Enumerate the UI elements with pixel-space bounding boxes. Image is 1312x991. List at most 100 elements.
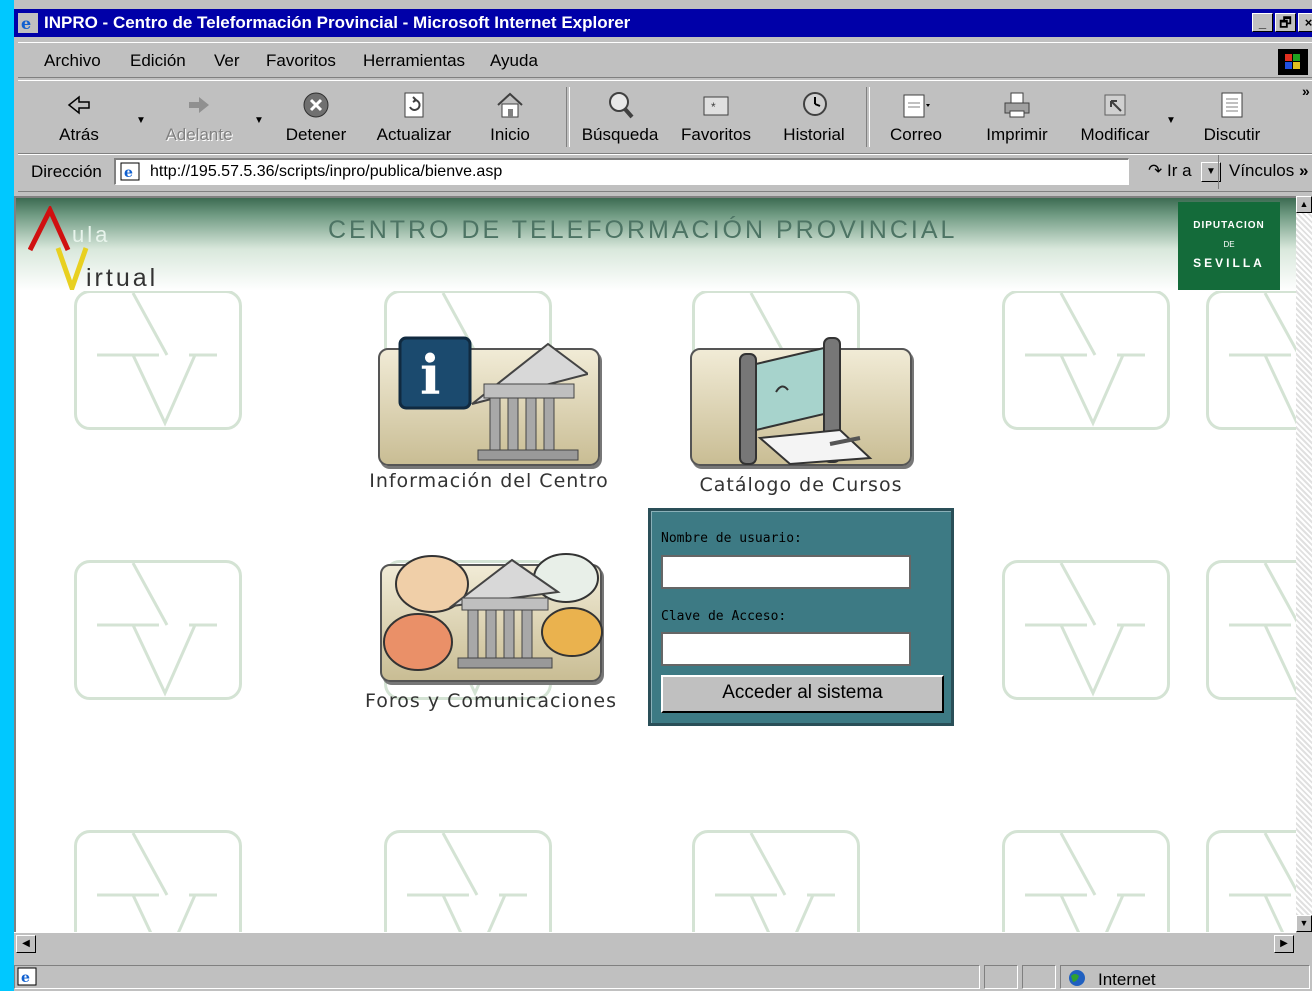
svg-text:e: e xyxy=(124,165,133,181)
watermark-tile xyxy=(1206,830,1296,932)
home-icon xyxy=(497,92,523,118)
site-header: ula irtual CENTRO DE TELEFORMACIÓN PROVI… xyxy=(16,198,1296,292)
seal-line2: DE xyxy=(1223,240,1235,249)
back-label: Atrás xyxy=(59,125,99,144)
status-bar: e Internet xyxy=(14,962,1312,991)
edit-button[interactable]: Modificar xyxy=(1074,81,1156,153)
globe-icon xyxy=(1069,970,1085,986)
scroll-up-icon[interactable]: ▲ xyxy=(1296,196,1312,213)
menu-archivo[interactable]: Archivo xyxy=(44,51,101,71)
info-building-icon: i xyxy=(398,336,588,461)
toolbar-separator xyxy=(566,87,570,147)
back-button[interactable]: Atrás xyxy=(48,81,110,153)
scroll-left-icon[interactable]: ◀ xyxy=(16,935,36,953)
print-icon xyxy=(1004,92,1030,118)
refresh-icon xyxy=(404,92,424,118)
seal-line3: SEVILLA xyxy=(1193,256,1265,270)
refresh-button[interactable]: Actualizar xyxy=(372,81,456,153)
username-input[interactable] xyxy=(661,555,911,589)
home-label: Inicio xyxy=(490,125,530,144)
scroll-track[interactable] xyxy=(38,935,1270,953)
mail-label: Correo xyxy=(890,125,942,144)
standard-toolbar: Atrás ▼ Adelante ▼ Detener Actualizar In… xyxy=(18,80,1312,154)
toolbar-overflow-button[interactable]: » xyxy=(1302,83,1310,99)
watermark-tile xyxy=(1206,560,1296,700)
minimize-button[interactable]: _ xyxy=(1252,13,1273,32)
password-label: Clave de Acceso: xyxy=(661,609,787,624)
discuss-button[interactable]: Discutir xyxy=(1196,81,1268,153)
info-centro-label: Información del Centro xyxy=(369,470,609,492)
forums-speech-icon xyxy=(383,553,603,671)
svg-text:e: e xyxy=(21,14,31,33)
page-title: CENTRO DE TELEFORMACIÓN PROVINCIAL xyxy=(328,216,958,244)
aula-virtual-logo: ula irtual xyxy=(28,206,188,292)
login-form: Nombre de usuario: Clave de Acceso: Acce… xyxy=(648,508,954,726)
print-button[interactable]: Imprimir xyxy=(982,81,1052,153)
menu-herramientas[interactable]: Herramientas xyxy=(363,51,465,71)
password-input[interactable] xyxy=(661,632,911,666)
menu-ayuda[interactable]: Ayuda xyxy=(490,51,538,71)
login-submit-button[interactable]: Acceder al sistema xyxy=(661,675,944,713)
back-arrow-icon xyxy=(67,95,90,115)
search-button[interactable]: Búsqueda xyxy=(574,81,666,153)
vertical-scrollbar[interactable]: ▲ ▼ xyxy=(1296,196,1312,932)
close-button[interactable]: × xyxy=(1298,13,1312,32)
seal-line1: DIPUTACION xyxy=(1193,220,1265,231)
address-url: http://195.57.5.36/scripts/inpro/publica… xyxy=(150,163,503,180)
history-button[interactable]: Historial xyxy=(776,81,852,153)
windows-logo-icon xyxy=(1278,49,1308,75)
page-content: ula irtual CENTRO DE TELEFORMACIÓN PROVI… xyxy=(14,196,1296,932)
scroll-right-icon[interactable]: ▶ xyxy=(1274,935,1294,953)
toolbar-separator xyxy=(866,87,870,147)
username-label: Nombre de usuario: xyxy=(661,531,802,546)
stop-icon xyxy=(303,92,329,118)
watermark-tile xyxy=(1002,560,1170,700)
status-pane xyxy=(1022,965,1056,989)
watermark-tile xyxy=(74,830,242,932)
scroll-down-icon[interactable]: ▼ xyxy=(1296,915,1312,932)
logo-ula-text: ula xyxy=(72,222,111,247)
stop-button[interactable]: Detener xyxy=(280,81,352,153)
menu-edicion[interactable]: Edición xyxy=(130,51,186,71)
mail-button[interactable]: Correo xyxy=(884,81,948,153)
forward-button[interactable]: Adelante xyxy=(158,81,240,153)
watermark-tile xyxy=(692,830,860,932)
favorites-button[interactable]: * Favoritos xyxy=(676,81,756,153)
forward-label: Adelante xyxy=(165,125,233,144)
svg-text:*: * xyxy=(711,100,716,114)
menu-favoritos[interactable]: Favoritos xyxy=(266,51,336,71)
status-pane xyxy=(984,965,1018,989)
back-dropdown-icon[interactable]: ▼ xyxy=(136,115,146,126)
go-label: Ir a xyxy=(1166,161,1192,180)
watermark-tile xyxy=(74,560,242,700)
forward-dropdown-icon[interactable]: ▼ xyxy=(254,115,264,126)
edit-dropdown-icon[interactable]: ▼ xyxy=(1166,115,1176,126)
menu-ver[interactable]: Ver xyxy=(214,51,240,71)
window-title: INPRO - Centro de Teleformación Provinci… xyxy=(44,13,631,32)
title-bar: e INPRO - Centro de Teleformación Provin… xyxy=(14,9,1312,37)
home-button[interactable]: Inicio xyxy=(480,81,540,153)
mail-icon xyxy=(903,94,930,118)
watermark-tile xyxy=(74,290,242,430)
page-icon: e xyxy=(120,162,140,181)
address-input[interactable]: e http://195.57.5.36/scripts/inpro/publi… xyxy=(114,158,1221,185)
links-bar[interactable]: Vínculos » xyxy=(1218,155,1308,189)
watermark-tile xyxy=(1206,290,1296,430)
svg-text:e: e xyxy=(21,970,30,986)
go-button[interactable]: ↷ Ir a xyxy=(1148,161,1192,181)
catalog-sign-icon xyxy=(739,337,873,466)
print-label: Imprimir xyxy=(986,125,1048,144)
horizontal-scrollbar[interactable]: ◀ ▶ xyxy=(14,932,1296,955)
history-label: Historial xyxy=(783,125,845,144)
watermark-tile xyxy=(1002,290,1170,430)
links-overflow-icon: » xyxy=(1298,161,1309,180)
diputacion-sevilla-seal: DIPUTACION DE SEVILLA xyxy=(1178,202,1280,290)
browser-window: e INPRO - Centro de Teleformación Provin… xyxy=(14,0,1312,991)
favorites-icon: * xyxy=(703,96,729,116)
forward-arrow-icon xyxy=(189,97,209,113)
maximize-button[interactable]: 🗗 xyxy=(1275,13,1296,32)
svg-text:i: i xyxy=(420,343,441,407)
watermark-tile xyxy=(384,830,552,932)
menu-bar: Archivo Edición Ver Favoritos Herramient… xyxy=(18,42,1312,78)
status-text-pane: e xyxy=(14,965,980,989)
